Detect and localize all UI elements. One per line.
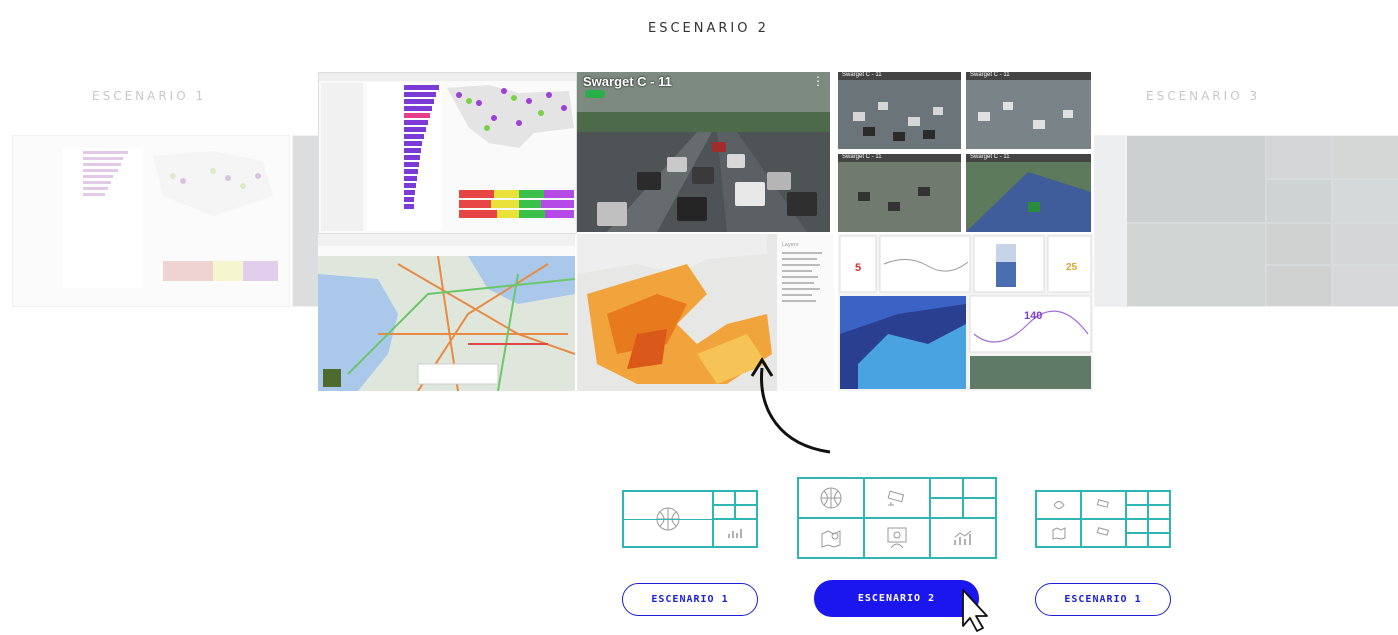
globe-icon bbox=[798, 478, 864, 518]
scenario-1-title: ESCENARIO 1 bbox=[92, 89, 207, 103]
camera-grid-label-3: Swarget C - 11 bbox=[842, 154, 882, 160]
camera-title: Swarget C - 11 bbox=[583, 74, 672, 89]
dashboard-person-icon bbox=[864, 518, 930, 558]
scenario-3-preview[interactable] bbox=[1126, 135, 1398, 307]
analytics-dashboard-tile[interactable] bbox=[318, 72, 577, 234]
cctv-camera-icon bbox=[1081, 519, 1126, 547]
camera-grid-label-1: Swarget C - 11 bbox=[842, 72, 882, 78]
cctv-camera-icon bbox=[1081, 491, 1126, 519]
metrics-dashboard-tile[interactable]: 5 25 140 bbox=[838, 234, 1093, 391]
camera-grid[interactable]: Swarget C - 11 Swarget C - 11 Swarget C … bbox=[838, 72, 1091, 232]
scenario-3-strip[interactable] bbox=[1094, 135, 1126, 307]
map-pin-icon bbox=[798, 518, 864, 558]
camera-grid-label-2: Swarget C - 11 bbox=[970, 72, 1010, 78]
cctv-camera-icon bbox=[864, 478, 930, 518]
scenario-3-button[interactable]: ESCENARIO 1 bbox=[1035, 583, 1171, 616]
metric-chart-value: 140 bbox=[1024, 310, 1043, 322]
metric-left-value: 5 bbox=[855, 262, 862, 274]
pointer-cursor-icon bbox=[962, 589, 988, 632]
scenario-2-title: ESCENARIO 2 bbox=[648, 21, 769, 36]
layout-scenario-1[interactable] bbox=[622, 490, 758, 548]
traffic-map-tile[interactable] bbox=[318, 234, 575, 391]
globe-icon bbox=[1036, 491, 1081, 519]
layout-scenario-2[interactable] bbox=[797, 477, 997, 559]
bar-chart-icon bbox=[930, 518, 996, 558]
svg-text:Layers: Layers bbox=[782, 242, 799, 248]
bar-chart-icon bbox=[713, 519, 757, 547]
scenario-3-title: ESCENARIO 3 bbox=[1146, 89, 1261, 103]
scenario-1-button[interactable]: ESCENARIO 1 bbox=[622, 583, 758, 616]
map-pin-icon bbox=[1036, 519, 1081, 547]
metric-right-value: 25 bbox=[1066, 262, 1078, 273]
camera-grid-label-4: Swarget C - 11 bbox=[970, 154, 1010, 160]
live-indicator bbox=[585, 90, 605, 98]
scenario-1-preview[interactable] bbox=[12, 135, 290, 307]
main-camera-feed[interactable]: Swarget C - 11 ⋮ bbox=[577, 72, 830, 232]
more-options-icon[interactable]: ⋮ bbox=[812, 74, 824, 88]
layout-scenario-3[interactable] bbox=[1035, 490, 1171, 548]
curved-arrow-icon bbox=[750, 357, 831, 454]
